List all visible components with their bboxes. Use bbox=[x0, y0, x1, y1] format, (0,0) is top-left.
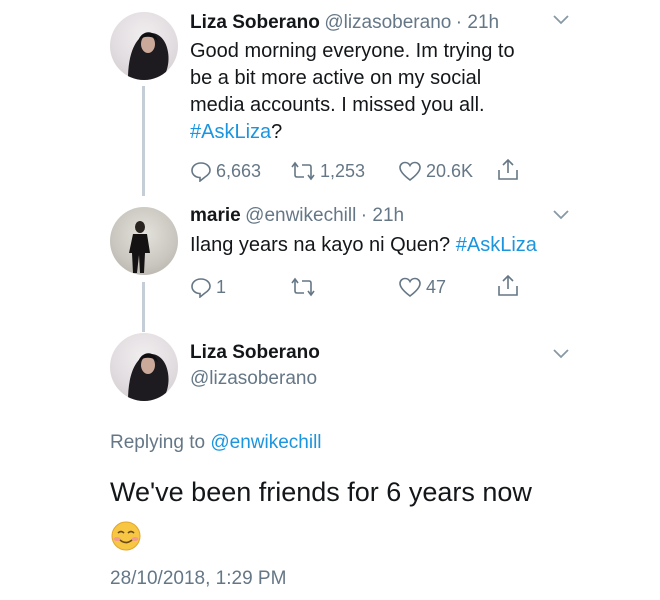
profile-photo bbox=[128, 32, 169, 80]
hashtag-link[interactable]: #AskLiza bbox=[456, 234, 537, 256]
tweet-time[interactable]: · 21h bbox=[456, 12, 499, 33]
like-button[interactable]: 20.6K bbox=[398, 160, 473, 182]
retweet-icon bbox=[291, 161, 315, 181]
mention-link[interactable]: @enwikechill bbox=[210, 432, 321, 453]
replying-to-label: Replying to bbox=[110, 432, 206, 453]
profile-photo bbox=[129, 221, 150, 273]
author-name[interactable]: marie bbox=[190, 205, 241, 226]
avatar[interactable] bbox=[110, 333, 178, 401]
retweet-count: 1,253 bbox=[320, 160, 366, 181]
like-count: 20.6K bbox=[426, 160, 474, 181]
retweet-button[interactable]: 1,253 bbox=[290, 160, 365, 182]
replying-to: Replying to @enwikechill bbox=[110, 432, 322, 454]
hashtag-link[interactable]: #AskLiza bbox=[190, 121, 271, 143]
tweet-text: Ilang years na kayo ni Quen? #AskLiza bbox=[190, 232, 537, 259]
share-icon bbox=[498, 274, 518, 296]
author-handle[interactable]: @lizasoberano bbox=[190, 368, 317, 390]
like-button[interactable]: 47 bbox=[398, 276, 446, 298]
chevron-down-icon[interactable] bbox=[552, 14, 570, 26]
like-count: 47 bbox=[426, 276, 447, 297]
heart-icon bbox=[399, 161, 421, 182]
thread-line bbox=[142, 86, 145, 196]
share-button[interactable] bbox=[496, 158, 524, 182]
reply-icon bbox=[191, 278, 211, 298]
tweet-text-line: be a bit more active on my social bbox=[190, 67, 482, 89]
main-tweet-text: We've been friends for 6 years now bbox=[110, 477, 532, 507]
share-icon bbox=[498, 158, 518, 180]
smiling-face-icon bbox=[111, 521, 141, 551]
author-name[interactable]: Liza Soberano bbox=[190, 12, 320, 33]
author-handle[interactable]: @lizasoberano bbox=[324, 12, 451, 33]
reply-count: 6,663 bbox=[216, 160, 262, 181]
avatar[interactable] bbox=[110, 12, 178, 80]
chevron-down-icon[interactable] bbox=[552, 348, 570, 360]
author-name[interactable]: Liza Soberano bbox=[190, 342, 320, 364]
tweet-text-line: media accounts. I missed you all. bbox=[190, 94, 485, 116]
tweet-timestamp[interactable]: 28/10/2018, 1:29 PM bbox=[110, 568, 286, 590]
thread-line bbox=[142, 282, 145, 332]
avatar[interactable] bbox=[110, 207, 178, 275]
share-button[interactable] bbox=[496, 274, 524, 298]
smiling-emoji: ☺️ bbox=[110, 520, 142, 559]
tweet-text-tail: ? bbox=[271, 121, 283, 143]
retweet-icon bbox=[291, 277, 315, 297]
reply-button[interactable]: 1 bbox=[190, 276, 226, 298]
tweet-text-line: Good morning everyone. Im trying to bbox=[190, 40, 515, 62]
author-handle[interactable]: @enwikechill bbox=[245, 205, 356, 226]
reply-count: 1 bbox=[216, 276, 227, 297]
chevron-down-icon[interactable] bbox=[552, 209, 570, 221]
tweet-time[interactable]: · 21h bbox=[361, 205, 404, 226]
tweet-header: Liza Soberano @lizasoberano · 21h bbox=[190, 12, 499, 34]
tweet-text-body: Ilang years na kayo ni Quen? bbox=[190, 234, 451, 256]
profile-photo bbox=[128, 353, 169, 401]
reply-icon bbox=[191, 162, 211, 182]
retweet-button[interactable] bbox=[290, 276, 320, 298]
tweet-header: marie @enwikechill · 21h bbox=[190, 205, 404, 227]
reply-button[interactable]: 6,663 bbox=[190, 160, 261, 182]
heart-icon bbox=[399, 277, 421, 298]
tweet-text: Good morning everyone. Im trying to be a… bbox=[190, 38, 590, 146]
